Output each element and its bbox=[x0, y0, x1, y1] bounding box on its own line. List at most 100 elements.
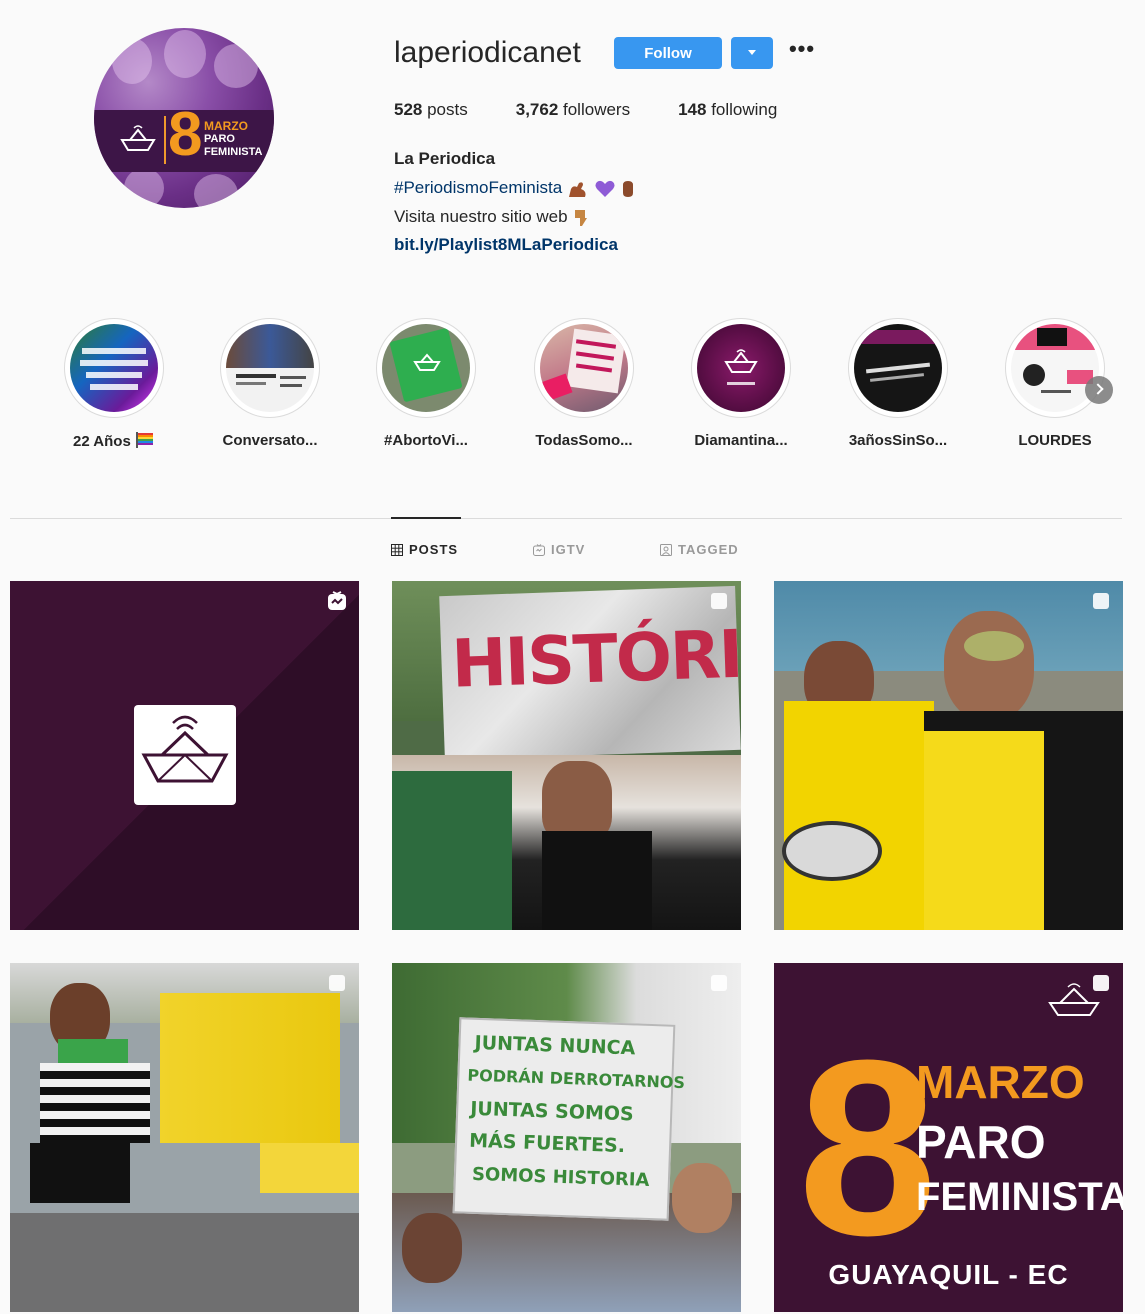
bio-external-link[interactable]: bit.ly/Playlist8MLaPeriodica bbox=[394, 235, 618, 255]
highlight-label: LOURDES bbox=[1018, 432, 1092, 449]
protest-sign: JUNTAS NUNCA PODRÁN DERROTARNOS JUNTAS S… bbox=[452, 1017, 685, 1221]
post-photo-face bbox=[672, 1163, 732, 1233]
post-photo-face bbox=[944, 611, 1034, 721]
chevron-down-icon bbox=[748, 50, 756, 55]
avatar-divider bbox=[164, 116, 166, 164]
highlight-label: Conversato... bbox=[222, 432, 318, 449]
boat-logo-icon bbox=[120, 125, 156, 151]
highlight-ring bbox=[848, 318, 948, 418]
highlight-thumbnail bbox=[70, 324, 158, 412]
highlight-thumbnail bbox=[1011, 324, 1099, 412]
post-photo-shirt bbox=[542, 831, 652, 930]
followers-count-value: 3,762 bbox=[515, 100, 559, 119]
highlight-thumbnail bbox=[226, 324, 314, 412]
carousel-icon bbox=[1093, 593, 1109, 609]
followers-label: followers bbox=[558, 100, 631, 119]
post-tile[interactable] bbox=[10, 963, 359, 1312]
profile-full-name: La Periodica bbox=[394, 149, 496, 168]
post-photo-facepaint bbox=[964, 631, 1024, 661]
post-photo-yellow-shirt bbox=[924, 731, 1044, 930]
avatar-number: 8 bbox=[168, 100, 203, 169]
highlights-next-button[interactable] bbox=[1085, 376, 1113, 404]
poster-line-1: MARZO bbox=[916, 1056, 1085, 1108]
tab-posts-label: POSTS bbox=[409, 542, 459, 557]
tab-tagged-label: TAGGED bbox=[678, 542, 739, 557]
poster-city: GUAYAQUIL - EC bbox=[828, 1259, 1069, 1290]
highlight-ring bbox=[691, 318, 791, 418]
post-photo-green-scarf bbox=[58, 1039, 128, 1063]
followers-link[interactable]: 3,762 followers bbox=[516, 100, 630, 120]
follow-button[interactable]: Follow bbox=[614, 37, 722, 69]
post-tile[interactable] bbox=[10, 581, 359, 930]
igtv-icon bbox=[328, 591, 346, 610]
profile-username: laperiodicanet bbox=[394, 36, 581, 69]
highlight-ring bbox=[220, 318, 320, 418]
avatar-face bbox=[214, 44, 258, 88]
tab-igtv[interactable]: IGTV bbox=[533, 542, 585, 557]
protest-sign-line: PODRÁN DERROTARNOS bbox=[467, 1065, 686, 1093]
tagged-icon bbox=[660, 543, 672, 556]
post-photo-yellow-shorts bbox=[260, 1143, 359, 1193]
avatar-text: MARZO PARO FEMINISTA bbox=[204, 120, 262, 159]
avatar-face bbox=[194, 174, 238, 208]
post-tile[interactable]: HISTÓRICA bbox=[392, 581, 741, 930]
boat-logo-icon bbox=[413, 353, 441, 371]
carousel-icon bbox=[1093, 975, 1109, 991]
post-tile[interactable]: 8 MARZO PARO FEMINISTA GUAYAQUIL - EC bbox=[774, 963, 1123, 1312]
grid-icon bbox=[391, 543, 403, 556]
post-photo-striped-shirt bbox=[40, 1063, 150, 1143]
highlight-item[interactable]: Conversato... bbox=[210, 318, 330, 449]
purple-heart-icon bbox=[595, 180, 615, 197]
avatar-line-1: MARZO bbox=[204, 119, 248, 133]
tab-tagged[interactable]: TAGGED bbox=[660, 542, 739, 557]
boat-logo-icon bbox=[141, 715, 229, 783]
profile-avatar[interactable]: 8 MARZO PARO FEMINISTA bbox=[94, 28, 274, 208]
highlight-thumbnail bbox=[854, 324, 942, 412]
following-label: following bbox=[706, 100, 778, 119]
suggestions-dropdown-button[interactable] bbox=[731, 37, 773, 69]
following-count-value: 148 bbox=[678, 100, 707, 119]
more-options-button[interactable]: ••• bbox=[786, 38, 818, 64]
post-photo-face bbox=[542, 761, 612, 841]
highlight-item[interactable]: #AbortoVi... bbox=[366, 318, 486, 449]
highlight-thumbnail bbox=[697, 324, 785, 412]
raised-fist-icon bbox=[623, 180, 634, 197]
bio-hashtag-link[interactable]: #PeriodismoFeminista bbox=[394, 178, 562, 197]
post-tile[interactable] bbox=[774, 581, 1123, 930]
tabs-divider bbox=[10, 518, 1122, 519]
bio-line-hashtag: #PeriodismoFeminista bbox=[394, 178, 636, 199]
flexed-biceps-icon bbox=[568, 181, 586, 197]
carousel-icon bbox=[711, 593, 727, 609]
highlight-label: #AbortoVi... bbox=[384, 432, 468, 449]
highlight-item[interactable]: 3añosSinSo... bbox=[838, 318, 958, 449]
post-tile[interactable]: JUNTAS NUNCA PODRÁN DERROTARNOS JUNTAS S… bbox=[392, 963, 741, 1312]
protest-sign-line: JUNTAS NUNCA bbox=[474, 1031, 636, 1060]
post-photo-crowd bbox=[160, 993, 340, 1143]
highlight-ring bbox=[534, 318, 634, 418]
highlight-label: 22 Años bbox=[54, 432, 174, 450]
protest-sign-text: HISTÓRICA bbox=[450, 612, 741, 703]
highlight-item[interactable]: 22 Años bbox=[54, 318, 174, 450]
post-photo-yellow-shirt bbox=[784, 701, 934, 930]
igtv-icon bbox=[533, 543, 545, 556]
highlight-item[interactable]: Diamantina... bbox=[681, 318, 801, 449]
chevron-right-icon bbox=[1092, 383, 1104, 395]
poster-line-2: PARO bbox=[916, 1116, 1046, 1168]
protest-sign-line: JUNTAS SOMOS bbox=[469, 1097, 635, 1126]
highlight-item[interactable]: TodasSomo... bbox=[524, 318, 644, 449]
highlight-ring bbox=[376, 318, 476, 418]
highlight-ring bbox=[64, 318, 164, 418]
avatar-face bbox=[112, 38, 152, 84]
highlight-thumbnail bbox=[382, 324, 470, 412]
tab-posts[interactable]: POSTS bbox=[391, 542, 458, 557]
highlight-label: 3añosSinSo... bbox=[848, 432, 948, 449]
following-link[interactable]: 148 following bbox=[678, 100, 777, 120]
story-highlights: 22 Años Conversato... #AbortoVi... Todas… bbox=[0, 318, 1145, 468]
posts-count-value: 528 bbox=[394, 100, 423, 119]
post-logo-box bbox=[134, 705, 236, 805]
post-photo-person bbox=[392, 771, 512, 930]
posts-count-label: posts bbox=[422, 100, 468, 119]
highlight-ring bbox=[1005, 318, 1105, 418]
avatar-face bbox=[164, 30, 206, 78]
post-photo-street bbox=[10, 1213, 359, 1312]
